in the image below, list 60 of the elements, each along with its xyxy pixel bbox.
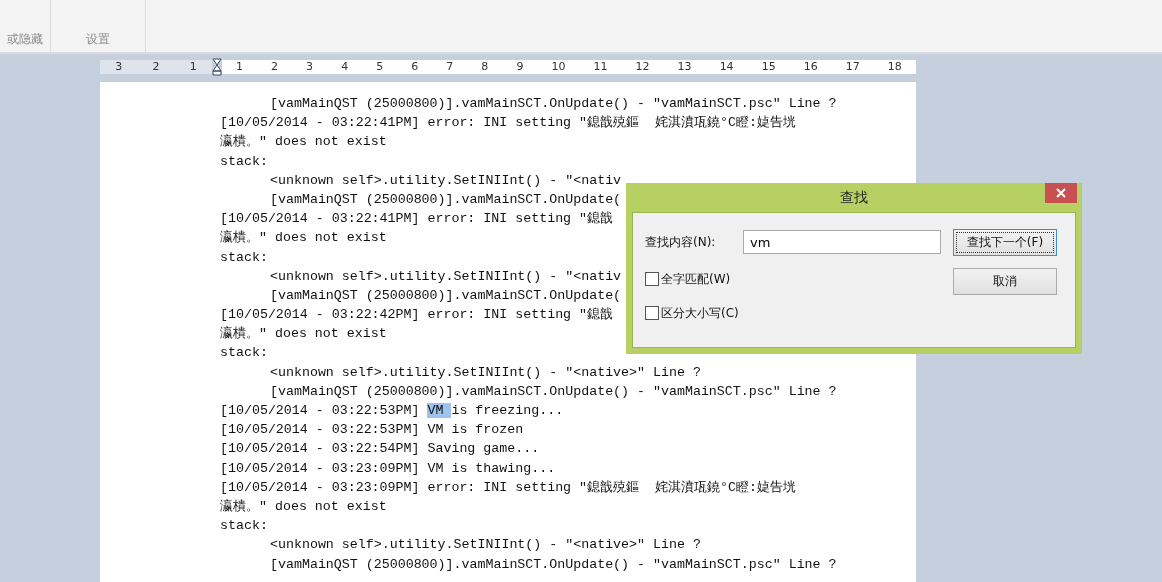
ruler-number: 18 xyxy=(887,60,902,74)
indent-marker-icon[interactable] xyxy=(212,58,222,76)
ribbon-group-label: 或隐藏 xyxy=(7,31,43,48)
ruler-number: 16 xyxy=(803,60,818,74)
ruler-number: 15 xyxy=(761,60,776,74)
log-line: [vamMainQST (25000800)].vamMainSCT.OnUpdate( xyxy=(270,190,622,209)
log-line: [10/05/2014 - 03:22:42PM] error: INI setting ″鎴戠 xyxy=(220,306,614,325)
checkbox-label: 全字匹配(W) xyxy=(661,270,731,288)
log-line: 瀛樻。″ does not exist xyxy=(220,325,387,344)
log-line: [vamMainQST (25000800)].vamMainSCT.OnUpdate() - ″vamMainSCT.psc″ Line ? xyxy=(270,95,837,113)
log-line: 瀛樻。″ does not exist xyxy=(220,229,387,248)
dialog-title: 查找 xyxy=(840,188,868,207)
log-line: stack: xyxy=(220,344,268,363)
log-line: stack: xyxy=(220,517,268,536)
log-line: stack: xyxy=(220,248,268,267)
search-label: 查找内容(N): xyxy=(645,233,717,251)
checkbox[interactable] xyxy=(645,306,659,320)
ruler-number: 7 xyxy=(446,60,454,74)
ruler-number: 12 xyxy=(635,60,650,74)
dialog-button[interactable]: 查找下一个(F) xyxy=(953,229,1057,256)
dialog-button[interactable]: 取消 xyxy=(953,268,1057,295)
log-line: stack: xyxy=(220,152,268,171)
ruler-number: 9 xyxy=(516,60,524,74)
log-line: <unknown self>.utility.SetINIInt() - ″<nativ xyxy=(270,171,622,190)
ruler-number: 5 xyxy=(376,60,384,74)
log-line: <unknown self>.utility.SetINIInt() - ″<native>″ Line ? xyxy=(270,536,701,555)
close-icon xyxy=(1056,188,1066,198)
log-line: [10/05/2014 - 03:23:09PM] error: INI setting ″鎴戠殑鏂 姹淇濆瓨鐃°C瞪:媫告垙 xyxy=(220,478,796,497)
ruler-number: 11 xyxy=(593,60,608,74)
log-line: [10/05/2014 - 03:23:09PM] VM is thawing... xyxy=(220,459,556,478)
ruler-number: 10 xyxy=(551,60,566,74)
ruler-number: 13 xyxy=(677,60,692,74)
ribbon-group-label: 设置 xyxy=(86,31,110,48)
log-line: [vamMainQST (25000800)].vamMainSCT.OnUpdate() - ″vamMainSCT.psc″ Line ? xyxy=(270,382,837,401)
ruler-number: 1 xyxy=(189,60,197,74)
log-line: 瀛樻。″ does not exist xyxy=(220,133,387,152)
log-line: [vamMainQST (25000800)].vamMainSCT.OnUpdate( xyxy=(270,286,622,305)
ruler-number: 6 xyxy=(411,60,419,74)
log-line: <unknown self>.utility.SetINIInt() - ″<native>″ Line ? xyxy=(270,363,701,382)
ruler-number: 14 xyxy=(719,60,734,74)
checkbox-label: 区分大小写(C) xyxy=(661,304,739,322)
log-line: [10/05/2014 - 03:22:54PM] Saving game... xyxy=(220,440,540,459)
ruler-number: 3 xyxy=(306,60,314,74)
log-line: [10/05/2014 - 03:22:53PM] VM is frozen xyxy=(220,421,524,440)
search-field[interactable]: vm xyxy=(743,230,941,254)
log-line: 瀛樻。″ does not exist xyxy=(220,497,387,516)
close-button[interactable] xyxy=(1045,183,1077,203)
ruler-number: 2 xyxy=(271,60,279,74)
ruler-number: 8 xyxy=(481,60,489,74)
log-line: <unknown self>.utility.SetINIInt() - ″<nativ xyxy=(270,267,622,286)
log-line: [10/05/2014 - 03:22:53PM] VM is freezing... xyxy=(220,402,564,420)
log-line: [10/05/2014 - 03:22:41PM] error: INI setting ″鎴戠殑鏂 姹淇濆瓨鐃°C瞪:媫告垙 xyxy=(220,114,796,133)
ruler-number: 3 xyxy=(115,60,123,74)
log-line: [10/05/2014 - 03:22:41PM] error: INI setting ″鎴戠 xyxy=(220,210,614,229)
log-line: [vamMainQST (25000800)].vamMainSCT.OnUpdate() - ″vamMainSCT.psc″ Line ? xyxy=(270,555,837,574)
ruler-number: 17 xyxy=(845,60,860,74)
ruler-number: 1 xyxy=(236,60,243,74)
ruler-number: 2 xyxy=(152,60,160,74)
checkbox[interactable] xyxy=(645,272,659,286)
ruler-number: 4 xyxy=(341,60,349,74)
